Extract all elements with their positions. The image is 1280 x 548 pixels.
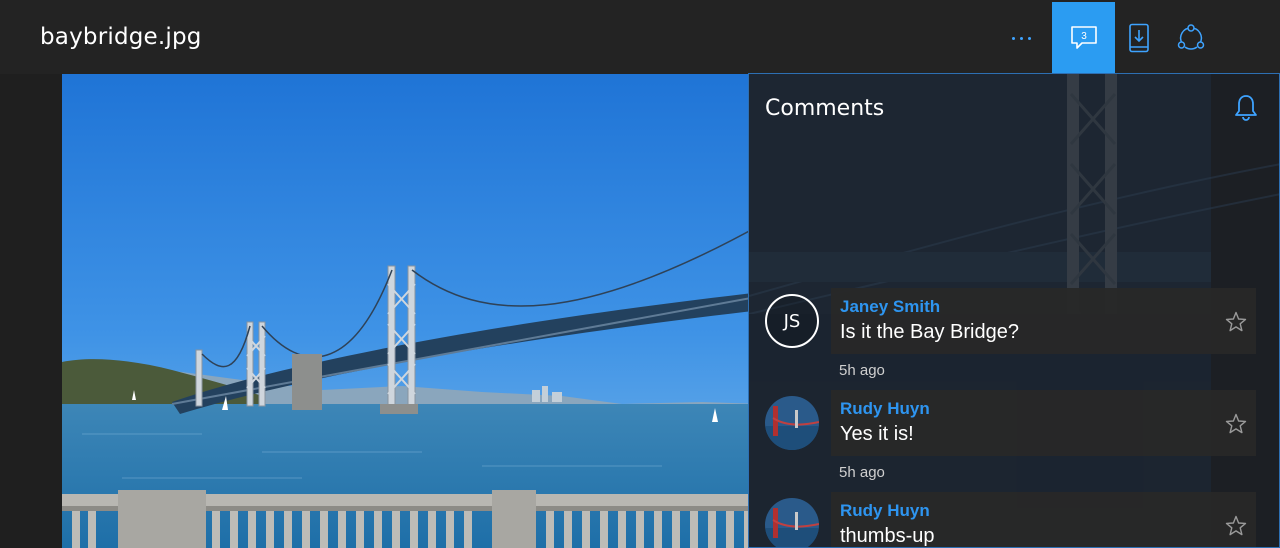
comments-title: Comments xyxy=(765,96,885,121)
comment-bubble: Rudy Huyn Yes it is! xyxy=(831,390,1256,456)
avatar-initials: JS xyxy=(783,310,801,332)
bridge-photo[interactable] xyxy=(62,74,762,548)
star-icon[interactable] xyxy=(1224,514,1248,538)
comment-bubble: Janey Smith Is it the Bay Bridge? xyxy=(831,288,1256,354)
photo-image xyxy=(62,74,762,548)
share-icon xyxy=(1177,24,1205,50)
avatar[interactable]: JS xyxy=(765,294,819,348)
app-window: baybridge.jpg 3 Comments JS Janey Smith … xyxy=(0,0,1280,548)
avatar[interactable] xyxy=(765,396,819,450)
comment-text: thumbs-up xyxy=(840,525,935,547)
avatar-photo xyxy=(765,396,819,450)
star-icon[interactable] xyxy=(1224,412,1248,436)
comment-text: Is it the Bay Bridge? xyxy=(840,321,1019,343)
comments-count: 3 xyxy=(1081,31,1087,42)
title-bar: baybridge.jpg 3 xyxy=(0,0,1280,74)
star-icon[interactable] xyxy=(1224,310,1248,334)
comment-author[interactable]: Janey Smith xyxy=(840,297,940,317)
phone-download-icon xyxy=(1129,23,1149,53)
comment-author[interactable]: Rudy Huyn xyxy=(840,399,930,419)
more-dots-icon xyxy=(1011,36,1031,40)
download-to-phone-button[interactable] xyxy=(1110,2,1168,74)
share-button[interactable] xyxy=(1162,2,1220,74)
comments-button[interactable]: 3 xyxy=(1052,2,1115,74)
comment-bubble: Rudy Huyn thumbs-up xyxy=(831,492,1256,547)
comment-author[interactable]: Rudy Huyn xyxy=(840,501,930,521)
more-button[interactable] xyxy=(990,2,1052,74)
comment-time: 5h ago xyxy=(839,464,885,481)
comments-pane: Comments JS Janey Smith Is it the Bay Br… xyxy=(748,73,1280,548)
file-title: baybridge.jpg xyxy=(40,24,202,50)
avatar-photo xyxy=(765,498,819,547)
avatar[interactable] xyxy=(765,498,819,547)
comment-time: 5h ago xyxy=(839,362,885,379)
comment-icon: 3 xyxy=(1070,26,1097,49)
comment-text: Yes it is! xyxy=(840,423,914,445)
bell-icon[interactable] xyxy=(1233,94,1259,122)
